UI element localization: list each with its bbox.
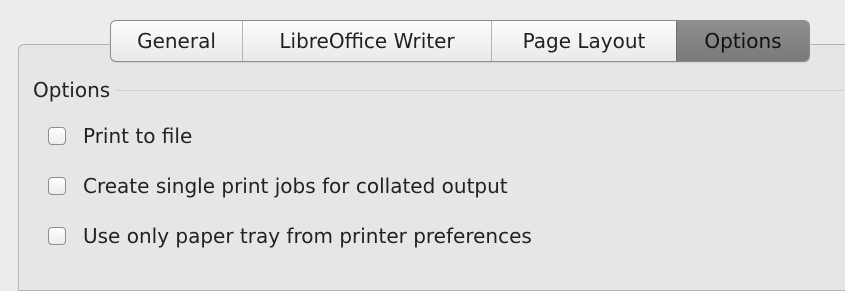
paper-tray-option[interactable]: Use only paper tray from printer prefere… xyxy=(48,222,532,250)
options-panel xyxy=(18,44,845,291)
tab-page-layout[interactable]: Page Layout xyxy=(491,21,676,61)
options-group-title: Options xyxy=(33,77,117,103)
print-to-file-checkbox[interactable] xyxy=(48,127,66,145)
paper-tray-checkbox[interactable] xyxy=(48,227,66,245)
print-to-file-label[interactable]: Print to file xyxy=(83,122,192,150)
paper-tray-label[interactable]: Use only paper tray from printer prefere… xyxy=(83,222,532,250)
tab-libreoffice-writer[interactable]: LibreOffice Writer xyxy=(242,21,491,61)
collated-print-jobs-checkbox[interactable] xyxy=(48,177,66,195)
collated-print-jobs-label[interactable]: Create single print jobs for collated ou… xyxy=(83,172,508,200)
collated-print-jobs-option[interactable]: Create single print jobs for collated ou… xyxy=(48,172,508,200)
tab-general[interactable]: General xyxy=(111,21,242,61)
print-to-file-option[interactable]: Print to file xyxy=(48,122,192,150)
tab-options[interactable]: Options xyxy=(676,21,809,61)
tab-bar: General LibreOffice Writer Page Layout O… xyxy=(110,20,810,62)
group-separator xyxy=(33,90,845,91)
